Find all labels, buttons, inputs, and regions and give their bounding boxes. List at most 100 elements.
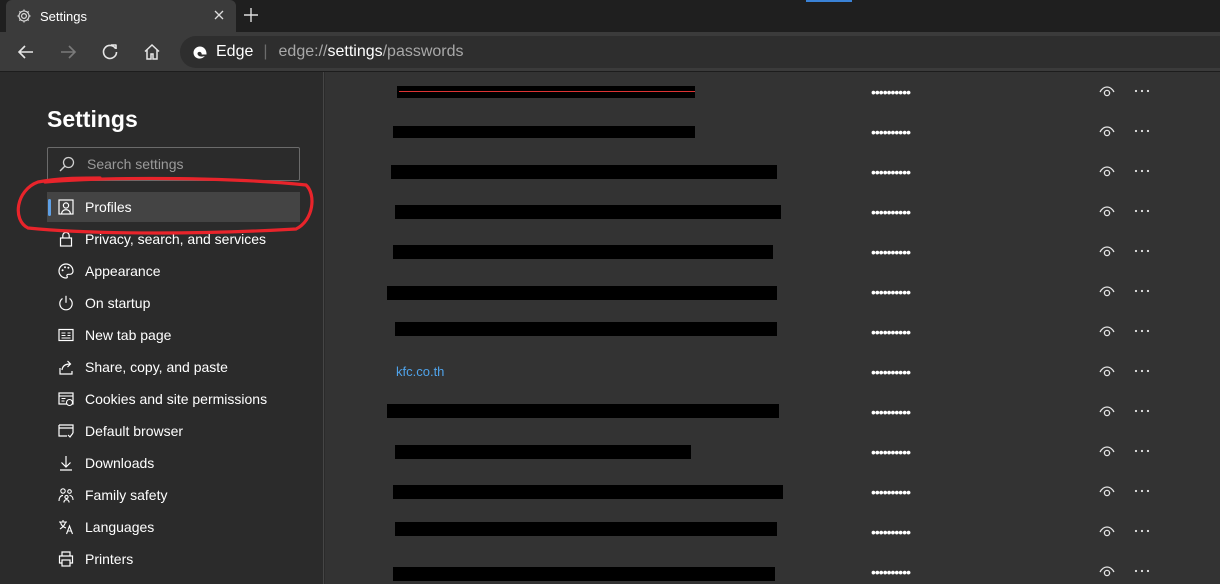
passwords-list: •••••••••• •••••••••• •••••••••• •••••••… [325, 72, 1220, 584]
redacted-site [397, 86, 695, 98]
show-password-icon[interactable] [1099, 284, 1115, 300]
sidebar-item-label: Privacy, search, and services [85, 231, 267, 247]
url-host: settings [327, 43, 383, 60]
address-bar[interactable]: Edge | edge://settings/passwords [180, 36, 1220, 68]
more-actions-icon[interactable] [1133, 402, 1151, 420]
more-actions-icon[interactable] [1133, 322, 1151, 340]
power-icon [59, 295, 73, 311]
tab-accent-line [806, 0, 852, 2]
more-actions-icon[interactable] [1133, 162, 1151, 180]
password-row[interactable]: •••••••••• [325, 192, 1220, 232]
masked-password: •••••••••• [871, 124, 911, 140]
page-title: Settings [47, 106, 138, 132]
password-row[interactable]: •••••••••• [325, 112, 1220, 152]
masked-password: •••••••••• [871, 164, 911, 180]
show-password-icon[interactable] [1099, 124, 1115, 140]
redacted-site [395, 205, 781, 219]
password-row[interactable]: •••••••••• [325, 312, 1220, 352]
more-actions-icon[interactable] [1133, 282, 1151, 300]
profile-icon [58, 199, 74, 215]
password-row[interactable]: •••••••••• [325, 432, 1220, 472]
show-password-icon[interactable] [1099, 364, 1115, 380]
show-password-icon[interactable] [1099, 444, 1115, 460]
password-row[interactable]: •••••••••• [325, 472, 1220, 512]
sidebar-item-printers[interactable]: Printers [47, 544, 300, 574]
show-password-icon[interactable] [1099, 564, 1115, 580]
refresh-icon[interactable] [100, 42, 120, 62]
sidebar-item-label: Printers [85, 551, 134, 567]
show-password-icon[interactable] [1099, 324, 1115, 340]
family-icon [58, 488, 74, 503]
forward-icon[interactable] [58, 42, 78, 62]
sidebar-item-privacy[interactable]: Privacy, search, and services [47, 224, 300, 254]
password-row[interactable]: •••••••••• [325, 152, 1220, 192]
more-actions-icon[interactable] [1133, 202, 1151, 220]
site-identity: Edge [216, 43, 254, 60]
palette-icon [58, 263, 74, 279]
password-row[interactable]: •••••••••• [325, 272, 1220, 312]
sidebar-item-family-safety[interactable]: Family safety [47, 480, 300, 510]
newtab-icon [58, 328, 74, 342]
password-row[interactable]: •••••••••• [325, 232, 1220, 272]
tab-settings[interactable]: Settings [6, 0, 236, 32]
masked-password: •••••••••• [871, 244, 911, 260]
password-row[interactable]: •••••••••• [325, 392, 1220, 432]
more-actions-icon[interactable] [1133, 522, 1151, 540]
site-link[interactable]: kfc.co.th [396, 364, 444, 379]
search-icon [59, 156, 75, 172]
masked-password: •••••••••• [871, 204, 911, 220]
sidebar-item-default-browser[interactable]: Default browser [47, 416, 300, 446]
sidebar-item-languages[interactable]: Languages [47, 512, 300, 542]
show-password-icon[interactable] [1099, 404, 1115, 420]
redacted-site [395, 522, 777, 536]
sidebar-item-new-tab-page[interactable]: New tab page [47, 320, 300, 350]
password-row[interactable]: •••••••••• [325, 512, 1220, 552]
masked-password: •••••••••• [871, 444, 911, 460]
redacted-site [391, 165, 777, 179]
back-icon[interactable] [16, 42, 36, 62]
printer-icon [58, 551, 74, 567]
url-scheme: edge:// [278, 43, 328, 60]
more-actions-icon[interactable] [1133, 362, 1151, 380]
sidebar-item-cookies[interactable]: Cookies and site permissions [47, 384, 300, 414]
masked-password: •••••••••• [871, 564, 911, 580]
password-row[interactable]: kfc.co.th •••••••••• [325, 352, 1220, 392]
show-password-icon[interactable] [1099, 484, 1115, 500]
more-actions-icon[interactable] [1133, 442, 1151, 460]
sidebar-item-share-copy-paste[interactable]: Share, copy, and paste [47, 352, 300, 382]
sidebar-item-appearance[interactable]: Appearance [47, 256, 300, 286]
tab-strip: Settings [0, 0, 1220, 32]
sidebar-item-label: Profiles [85, 199, 132, 215]
plus-icon[interactable] [243, 7, 259, 23]
sidebar-item-profiles[interactable]: Profiles [47, 192, 300, 222]
tab-title: Settings [40, 8, 87, 24]
password-row[interactable]: •••••••••• [325, 552, 1220, 584]
masked-password: •••••••••• [871, 324, 911, 340]
show-password-icon[interactable] [1099, 244, 1115, 260]
more-actions-icon[interactable] [1133, 562, 1151, 580]
cookies-icon [58, 392, 74, 407]
redacted-site [387, 286, 777, 300]
gear-icon [17, 9, 31, 23]
sidebar-item-label: Downloads [85, 455, 155, 471]
masked-password: •••••••••• [871, 284, 911, 300]
masked-password: •••••••••• [871, 84, 911, 100]
password-row[interactable]: •••••••••• [325, 72, 1220, 112]
show-password-icon[interactable] [1099, 204, 1115, 220]
redacted-site [393, 126, 695, 138]
masked-password: •••••••••• [871, 364, 911, 380]
redacted-site [393, 567, 775, 581]
more-actions-icon[interactable] [1133, 122, 1151, 140]
more-actions-icon[interactable] [1133, 82, 1151, 100]
search-input[interactable]: Search settings [47, 147, 300, 181]
show-password-icon[interactable] [1099, 524, 1115, 540]
sidebar-item-on-startup[interactable]: On startup [47, 288, 300, 318]
home-icon[interactable] [142, 42, 162, 62]
close-icon[interactable] [212, 8, 226, 22]
sidebar-item-label: Family safety [85, 487, 168, 503]
show-password-icon[interactable] [1099, 164, 1115, 180]
show-password-icon[interactable] [1099, 84, 1115, 100]
sidebar-item-downloads[interactable]: Downloads [47, 448, 300, 478]
more-actions-icon[interactable] [1133, 242, 1151, 260]
more-actions-icon[interactable] [1133, 482, 1151, 500]
